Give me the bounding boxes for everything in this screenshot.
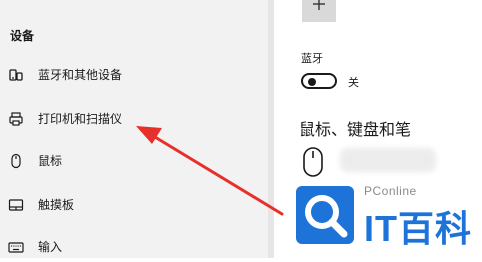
mouse-icon xyxy=(11,153,21,169)
toggle-knob xyxy=(308,78,316,86)
bluetooth-toggle[interactable] xyxy=(301,73,337,89)
watermark-name: IT百科 xyxy=(364,208,472,249)
sidebar-item-label: 触摸板 xyxy=(38,198,75,212)
search-magnifier-icon xyxy=(305,195,348,238)
section-title-devices: 设备 xyxy=(10,29,35,43)
sidebar-item-label: 蓝牙和其他设备 xyxy=(38,68,123,82)
watermark-logo xyxy=(296,186,354,244)
sidebar-item-printers-scanners[interactable]: 打印机和扫描仪 xyxy=(0,104,268,134)
keyboard-icon xyxy=(8,242,24,253)
watermark-brand: PConline xyxy=(364,184,417,198)
bluetooth-label: 蓝牙 xyxy=(301,52,323,65)
bluetooth-devices-icon xyxy=(9,69,23,81)
bluetooth-toggle-state: 关 xyxy=(348,76,359,89)
add-device-button[interactable] xyxy=(302,0,336,22)
sidebar-item-touchpad[interactable]: 触摸板 xyxy=(0,190,268,220)
sidebar-item-label: 鼠标 xyxy=(38,154,63,168)
watermark: PConline IT百科 xyxy=(280,172,482,258)
mouse-keyboard-pen-heading: 鼠标、键盘和笔 xyxy=(299,120,412,139)
blurred-device-name[interactable] xyxy=(340,148,436,172)
touchpad-icon xyxy=(8,199,24,211)
plus-icon xyxy=(313,0,325,10)
sidebar-item-mouse[interactable]: 鼠标 xyxy=(0,146,268,176)
sidebar-item-bluetooth-devices[interactable]: 蓝牙和其他设备 xyxy=(0,60,268,90)
printer-icon xyxy=(9,112,23,126)
settings-sidebar: 设备 蓝牙和其他设备 打印机和扫描仪 鼠标 触摸板 输入 xyxy=(0,0,268,258)
sidebar-item-label: 输入 xyxy=(38,240,63,254)
sidebar-item-label: 打印机和扫描仪 xyxy=(38,112,123,126)
